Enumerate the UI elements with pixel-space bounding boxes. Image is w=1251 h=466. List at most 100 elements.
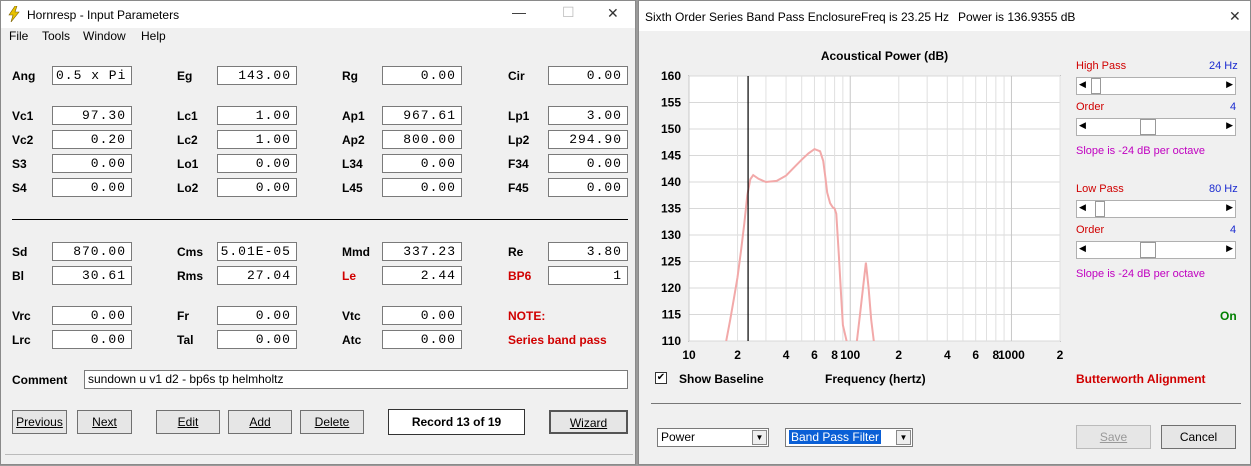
menu-window[interactable]: Window [83,29,126,43]
y-tick-label: 135 [661,202,681,216]
menu-tools[interactable]: Tools [42,29,70,43]
menu-file[interactable]: File [9,29,28,43]
lo2-field[interactable]: 0.00 [217,178,297,197]
cancel-button[interactable]: Cancel [1161,425,1236,449]
high-pass-order-label: Order [1076,101,1105,113]
scroll-right-icon[interactable]: ▶ [1226,243,1233,254]
ang-field[interactable]: 0.5 x Pi [52,66,132,85]
previous-button[interactable]: Previous [12,410,67,434]
bp6-field[interactable]: 1 [548,266,628,285]
low-pass-order-slider[interactable]: ◀ ▶ [1076,241,1236,259]
filter-select[interactable]: Band Pass Filter ▼ [785,428,913,447]
rms-field[interactable]: 27.04 [217,266,297,285]
menu-help[interactable]: Help [141,29,166,43]
delete-button[interactable]: Delete [300,410,364,434]
lp1-field[interactable]: 3.00 [548,106,628,125]
re-field[interactable]: 3.80 [548,242,628,261]
high-pass-order-slider[interactable]: ◀ ▶ [1076,118,1236,136]
record-indicator: Record 13 of 19 [388,409,525,435]
l34-field[interactable]: 0.00 [382,154,462,173]
power-select-value: Power [661,430,696,444]
ap1-label: Ap1 [342,109,365,123]
slider-thumb[interactable] [1140,242,1156,258]
low-pass-slider[interactable]: ◀ ▶ [1076,200,1236,218]
footer-divider [651,403,1241,404]
delete-button-label: Delete [314,415,350,429]
cms-field[interactable]: 5.01E-05 [217,242,297,261]
x-tick-label: 8 [831,348,838,362]
power-select[interactable]: Power ▼ [657,428,769,447]
bp6-label: BP6 [508,269,532,283]
vc2-field[interactable]: 0.20 [52,130,132,149]
right-close-button[interactable]: ✕ [1229,8,1241,25]
cir-field[interactable]: 0.00 [548,66,628,85]
x-tick-label: 10 [682,348,696,362]
vrc-field[interactable]: 0.00 [52,306,132,325]
lp2-label: Lp2 [508,133,530,147]
comment-field[interactable]: sundown u v1 d2 - bp6s tp helmholtz [84,370,628,389]
close-button[interactable]: ✕ [607,5,619,22]
save-button[interactable]: Save [1076,425,1151,449]
add-button[interactable]: Add [228,410,292,434]
lrc-field[interactable]: 0.00 [52,330,132,349]
slider-thumb[interactable] [1095,201,1105,217]
scroll-left-icon[interactable]: ◀ [1079,243,1086,254]
lp2-field[interactable]: 294.90 [548,130,628,149]
mmd-field[interactable]: 337.23 [382,242,462,261]
note-label: NOTE: [508,309,546,323]
x-tick-label: 6 [811,348,818,362]
tal-field[interactable]: 0.00 [217,330,297,349]
s4-field[interactable]: 0.00 [52,178,132,197]
minimize-button[interactable]: — [512,4,526,20]
l45-field[interactable]: 0.00 [382,178,462,197]
s3-field[interactable]: 0.00 [52,154,132,173]
eg-field[interactable]: 143.00 [217,66,297,85]
high-pass-slider[interactable]: ◀ ▶ [1076,77,1236,95]
tal-label: Tal [177,333,194,347]
f45-field[interactable]: 0.00 [548,178,628,197]
s4-label: S4 [12,181,27,195]
atc-field[interactable]: 0.00 [382,330,462,349]
chevron-down-icon[interactable]: ▼ [896,430,911,445]
next-button[interactable]: Next [77,410,132,434]
scroll-left-icon[interactable]: ◀ [1079,79,1086,90]
acoustical-power-chart: Acoustical Power (dB) 160 155 150 145 140 135 1… [661,49,1064,362]
edit-button[interactable]: Edit [156,410,220,434]
freq-readout: Freq is 23.25 Hz [861,10,950,24]
scroll-right-icon[interactable]: ▶ [1226,120,1233,131]
vtc-field[interactable]: 0.00 [382,306,462,325]
ap1-field[interactable]: 967.61 [382,106,462,125]
ap2-field[interactable]: 800.00 [382,130,462,149]
chevron-down-icon[interactable]: ▼ [752,430,767,445]
power-readout: Power is 136.9355 dB [958,10,1076,24]
lo1-field[interactable]: 0.00 [217,154,297,173]
scroll-right-icon[interactable]: ▶ [1226,79,1233,90]
low-pass-value: 80 Hz [1209,183,1238,195]
low-pass-order-label: Order [1076,224,1105,236]
y-tick-label: 160 [661,69,681,83]
slider-thumb[interactable] [1091,78,1101,94]
ap2-label: Ap2 [342,133,365,147]
scroll-left-icon[interactable]: ◀ [1079,202,1086,213]
x-tick-label: 6 [972,348,979,362]
f34-field[interactable]: 0.00 [548,154,628,173]
le-field[interactable]: 2.44 [382,266,462,285]
y-tick-label: 120 [661,281,681,295]
lc1-field[interactable]: 1.00 [217,106,297,125]
lrc-label: Lrc [12,333,31,347]
vc1-field[interactable]: 97.30 [52,106,132,125]
wizard-button[interactable]: Wizard [549,410,628,434]
show-baseline-checkbox[interactable]: ✔ [655,372,667,384]
slider-thumb[interactable] [1140,119,1156,135]
bl-field[interactable]: 30.61 [52,266,132,285]
y-tick-label: 140 [661,175,681,189]
maximize-button[interactable]: ☐ [562,4,575,21]
scroll-right-icon[interactable]: ▶ [1226,202,1233,213]
lc2-field[interactable]: 1.00 [217,130,297,149]
mmd-label: Mmd [342,245,370,259]
next-button-label: Next [92,415,117,429]
sd-field[interactable]: 870.00 [52,242,132,261]
fr-field[interactable]: 0.00 [217,306,297,325]
scroll-left-icon[interactable]: ◀ [1079,120,1086,131]
rg-field[interactable]: 0.00 [382,66,462,85]
